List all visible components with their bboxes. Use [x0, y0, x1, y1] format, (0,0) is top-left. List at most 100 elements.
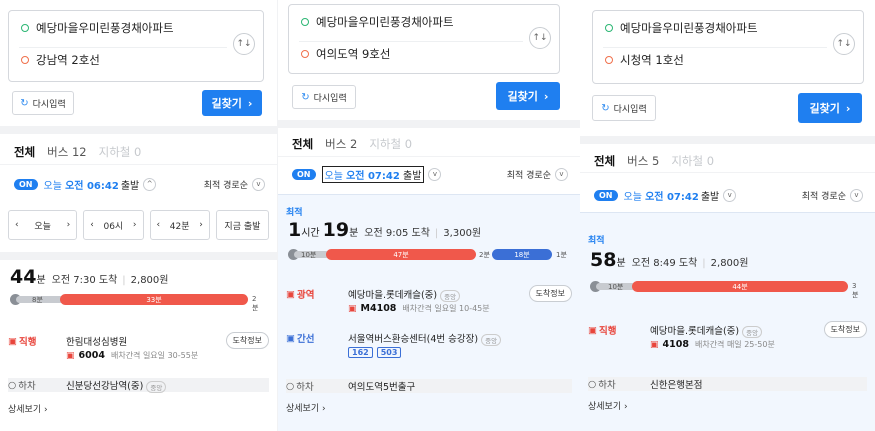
- chevron-right-icon: ›: [845, 101, 851, 115]
- chevron-right-icon: ›: [247, 96, 253, 110]
- tab-all[interactable]: 전체: [292, 136, 313, 152]
- destination-dot-icon: [21, 56, 29, 64]
- swap-vertical-icon[interactable]: ↑↓: [529, 27, 551, 49]
- on-toggle[interactable]: ON: [594, 189, 618, 201]
- arrival-info-button[interactable]: 도착정보: [823, 321, 867, 338]
- route-card[interactable]: 최적 58 분 오전 8:49 도착 | 2,800원 10분 44분 3분 ▣ 직행 …: [580, 212, 875, 431]
- chevron-down-icon: v: [850, 188, 863, 202]
- route-bar: 10분 44분 3분: [590, 281, 862, 299]
- bus-route-chip[interactable]: 162: [348, 347, 373, 358]
- departure-bar: ON 오늘 오전 06:42 출발 ^ 최적 경로순 v: [14, 176, 265, 192]
- route-panel-yeouido: 예당마을우미린풍경채아파트 여의도역 9호선 ↑↓ ↻ 다시입력 길찾기 › 전체 …: [278, 0, 580, 431]
- chevron-right-icon: ›: [66, 220, 71, 230]
- tab-subway[interactable]: 지하철 0: [671, 153, 714, 169]
- reset-button[interactable]: ↻ 다시입력: [12, 91, 74, 115]
- tab-bus[interactable]: 버스 5: [627, 153, 659, 169]
- search-button[interactable]: 길찾기 ›: [202, 90, 262, 116]
- depart-time[interactable]: 오늘 오전 07:42 출발: [321, 165, 425, 183]
- sort-dropdown[interactable]: 최적 경로순 v: [802, 188, 863, 202]
- origin-field[interactable]: 예당마을우미린풍경채아파트: [301, 7, 523, 37]
- bus-icon: ▣: [348, 303, 357, 314]
- depart-now-button[interactable]: 지금 출발: [215, 210, 270, 240]
- result-tabs: 전체 버스 2 지하철 0: [292, 136, 412, 152]
- tab-bus[interactable]: 버스 12: [47, 144, 86, 160]
- origin-dot-icon: [605, 24, 613, 32]
- bus-icon: ▣: [588, 324, 597, 336]
- route-bar: 8분 33분 2분: [10, 294, 262, 312]
- origin-field[interactable]: 예당마을우미린풍경채아파트: [605, 13, 827, 43]
- address-box: 예당마을우미린풍경채아파트 여의도역 9호선 ↑↓: [288, 4, 560, 74]
- on-toggle[interactable]: ON: [14, 178, 38, 190]
- origin-dot-icon: [301, 18, 309, 26]
- details-link[interactable]: 상세보기 ›: [8, 402, 48, 415]
- result-tabs: 전체 버스 12 지하철 0: [14, 144, 141, 160]
- route-card[interactable]: 최적 1 시간 19 분 오전 9:05 도착 | 3,300원 10분 47분 2분 …: [278, 194, 580, 431]
- chevron-right-icon: ›: [132, 220, 137, 230]
- details-link[interactable]: 상세보기 ›: [588, 399, 628, 412]
- refresh-icon: ↻: [20, 97, 29, 109]
- time-controls: ‹ 오늘 › ‹ 06시 › ‹ 42분 › 지금 출발: [8, 210, 270, 240]
- sort-dropdown[interactable]: 최적 경로순 v: [507, 167, 568, 181]
- bus-icon: ▣: [8, 335, 17, 347]
- depart-time[interactable]: 오늘 오전 06:42: [44, 177, 119, 192]
- route-panel-cityhall: 예당마을우미린풍경채아파트 시청역 1호선 ↑↓ ↻ 다시입력 길찾기 › 전체 버…: [580, 0, 875, 431]
- departure-bar: ON 오늘 오전 07:42 출발 v 최적 경로순 v: [292, 165, 568, 183]
- route-panel-gangnam: 예당마을우미린풍경채아파트 강남역 2호선 ↑↓ ↻ 다시입력 길찾기 › 전체 버…: [0, 0, 277, 431]
- destination-field[interactable]: 시청역 1호선: [605, 45, 827, 75]
- address-box: 예당마을우미린풍경채아파트 시청역 1호선 ↑↓: [592, 10, 864, 84]
- tab-all[interactable]: 전체: [594, 153, 615, 169]
- search-button[interactable]: 길찾기 ›: [496, 82, 560, 110]
- destination-field[interactable]: 여의도역 9호선: [301, 39, 523, 69]
- chevron-right-icon: ›: [543, 89, 549, 103]
- day-select[interactable]: ‹ 오늘 ›: [8, 210, 78, 240]
- bus-icon: ▣: [286, 288, 295, 300]
- bus-segment: 18분: [492, 249, 552, 260]
- arrival-info-button[interactable]: 도착정보: [528, 285, 572, 302]
- chevron-left-icon: ‹: [90, 220, 94, 230]
- bus-route-chip[interactable]: 503: [376, 347, 402, 358]
- swap-vertical-icon[interactable]: ↑↓: [833, 33, 855, 55]
- swap-vertical-icon[interactable]: ↑↓: [233, 33, 255, 55]
- tab-all[interactable]: 전체: [14, 144, 35, 160]
- destination-dot-icon: [301, 50, 309, 58]
- route-bar: 10분 47분 2분 18분 1분: [288, 249, 570, 260]
- origin-field[interactable]: 예당마을우미린풍경채아파트: [21, 13, 227, 43]
- stop-icon: ○: [588, 378, 597, 390]
- chevron-down-icon[interactable]: v: [723, 188, 737, 202]
- tab-subway[interactable]: 지하철 0: [369, 136, 412, 152]
- stop-icon: ○: [286, 380, 295, 392]
- refresh-icon: ↻: [601, 102, 610, 114]
- sort-dropdown[interactable]: 최적 경로순 v: [204, 177, 265, 191]
- bus-icon: [61, 294, 72, 305]
- result-tabs: 전체 버스 5 지하철 0: [594, 153, 714, 169]
- bus-icon: ▣: [66, 350, 75, 361]
- chevron-down-icon[interactable]: v: [428, 167, 442, 181]
- stop-icon: ○: [8, 379, 17, 391]
- minute-select[interactable]: ‹ 42분 ›: [149, 210, 210, 240]
- origin-dot-icon: [21, 24, 29, 32]
- details-link[interactable]: 상세보기 ›: [286, 401, 326, 414]
- bus-segment: 33분: [60, 294, 248, 305]
- chevron-up-icon[interactable]: ^: [143, 177, 157, 191]
- search-button[interactable]: 길찾기 ›: [798, 93, 862, 123]
- bus-segment: 44분: [632, 281, 848, 292]
- hour-select[interactable]: ‹ 06시 ›: [83, 210, 144, 240]
- depart-time[interactable]: 오늘 오전 07:42: [624, 188, 699, 203]
- reset-button[interactable]: ↻ 다시입력: [592, 95, 656, 121]
- destination-dot-icon: [605, 56, 613, 64]
- tab-bus[interactable]: 버스 2: [325, 136, 357, 152]
- bus-segment: 47분: [326, 249, 476, 260]
- arrival-info-button[interactable]: 도착정보: [225, 332, 269, 349]
- refresh-icon: ↻: [301, 91, 310, 103]
- tab-subway[interactable]: 지하철 0: [99, 144, 142, 160]
- bus-icon: ▣: [650, 339, 659, 350]
- departure-bar: ON 오늘 오전 07:42 출발 v 최적 경로순 v: [594, 187, 863, 203]
- on-toggle[interactable]: ON: [292, 168, 316, 180]
- chevron-down-icon: v: [252, 177, 265, 191]
- chevron-down-icon: v: [555, 167, 568, 181]
- address-box: 예당마을우미린풍경채아파트 강남역 2호선 ↑↓: [8, 10, 264, 82]
- destination-field[interactable]: 강남역 2호선: [21, 45, 227, 75]
- reset-button[interactable]: ↻ 다시입력: [292, 85, 356, 109]
- chevron-left-icon: ‹: [15, 220, 19, 230]
- bus-icon: ▣: [286, 332, 295, 344]
